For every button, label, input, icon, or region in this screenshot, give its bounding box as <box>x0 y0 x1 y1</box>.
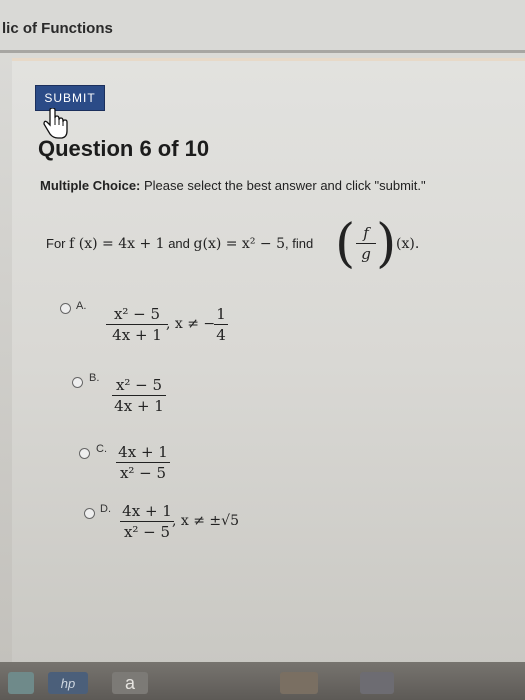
option-a-num: x² − 5 <box>113 305 161 323</box>
find-fraction: f g <box>356 224 376 263</box>
instruction-bold: Multiple Choice: <box>40 178 141 193</box>
fraction-bar <box>120 521 174 522</box>
taskbar-app-icon[interactable] <box>8 672 34 694</box>
right-paren: ) <box>376 214 397 274</box>
fraction-bar <box>356 243 376 244</box>
option-a-radio[interactable] <box>60 303 71 314</box>
taskbar-a-icon[interactable]: a <box>112 672 148 694</box>
option-c-radio[interactable] <box>79 448 90 459</box>
find-arg: (x). <box>396 236 420 252</box>
instruction-text: Multiple Choice: Please select the best … <box>40 178 426 193</box>
option-a-cond-den: 4 <box>216 326 226 344</box>
prompt-g: g(x) = x² − 5 <box>193 236 285 252</box>
question-prompt: For f (x) = 4x + 1 and g(x) = x² − 5, fi… <box>46 236 313 252</box>
instruction-rest: Please select the best answer and click … <box>140 178 426 193</box>
prompt-find: , find <box>284 236 314 251</box>
option-c-num: 4x + 1 <box>118 443 168 461</box>
option-c-letter: C. <box>96 443 107 455</box>
find-num: f <box>363 224 369 242</box>
option-a-cond-fraction: 1 4 <box>214 305 228 344</box>
option-a-fraction[interactable]: x² − 5 4x + 1 <box>106 305 168 344</box>
option-d-letter: D. <box>100 503 111 515</box>
fraction-bar <box>214 324 228 325</box>
option-d-cond: , x ≠ ±√5 <box>172 513 239 529</box>
taskbar-app-icon[interactable] <box>360 672 394 694</box>
option-d-num: 4x + 1 <box>122 502 172 520</box>
question-title: Question 6 of 10 <box>38 136 210 161</box>
option-a-letter: A. <box>76 300 87 312</box>
option-d-den: x² − 5 <box>123 523 171 541</box>
option-a-cond-num: 1 <box>216 305 226 323</box>
window-title: lic of Functions <box>2 20 113 37</box>
find-den: g <box>361 245 371 263</box>
prompt-for: For <box>46 236 66 251</box>
taskbar-folder-icon[interactable] <box>280 672 318 694</box>
option-b-num: x² − 5 <box>115 376 163 394</box>
option-a-den: 4x + 1 <box>112 326 162 344</box>
fraction-bar <box>106 324 168 325</box>
option-b-fraction[interactable]: x² − 5 4x + 1 <box>112 376 166 415</box>
prompt-f: f (x) = 4x + 1 <box>69 236 165 252</box>
option-b-den: 4x + 1 <box>114 397 164 415</box>
hp-logo-icon[interactable]: hp <box>48 672 88 694</box>
option-b-letter: B. <box>89 372 100 384</box>
fraction-bar <box>116 462 170 463</box>
left-paren: ( <box>335 214 356 274</box>
prompt-and: and <box>168 236 190 251</box>
divider <box>0 50 525 53</box>
fraction-bar <box>112 395 166 396</box>
window-titlebar: lic of Functions <box>0 0 525 52</box>
option-a-cond: , x ≠ − <box>166 316 216 332</box>
option-d-fraction[interactable]: 4x + 1 x² − 5 <box>120 502 174 541</box>
option-b-radio[interactable] <box>72 377 83 388</box>
option-c-fraction[interactable]: 4x + 1 x² − 5 <box>116 443 170 482</box>
option-d-radio[interactable] <box>84 508 95 519</box>
option-c-den: x² − 5 <box>119 464 167 482</box>
